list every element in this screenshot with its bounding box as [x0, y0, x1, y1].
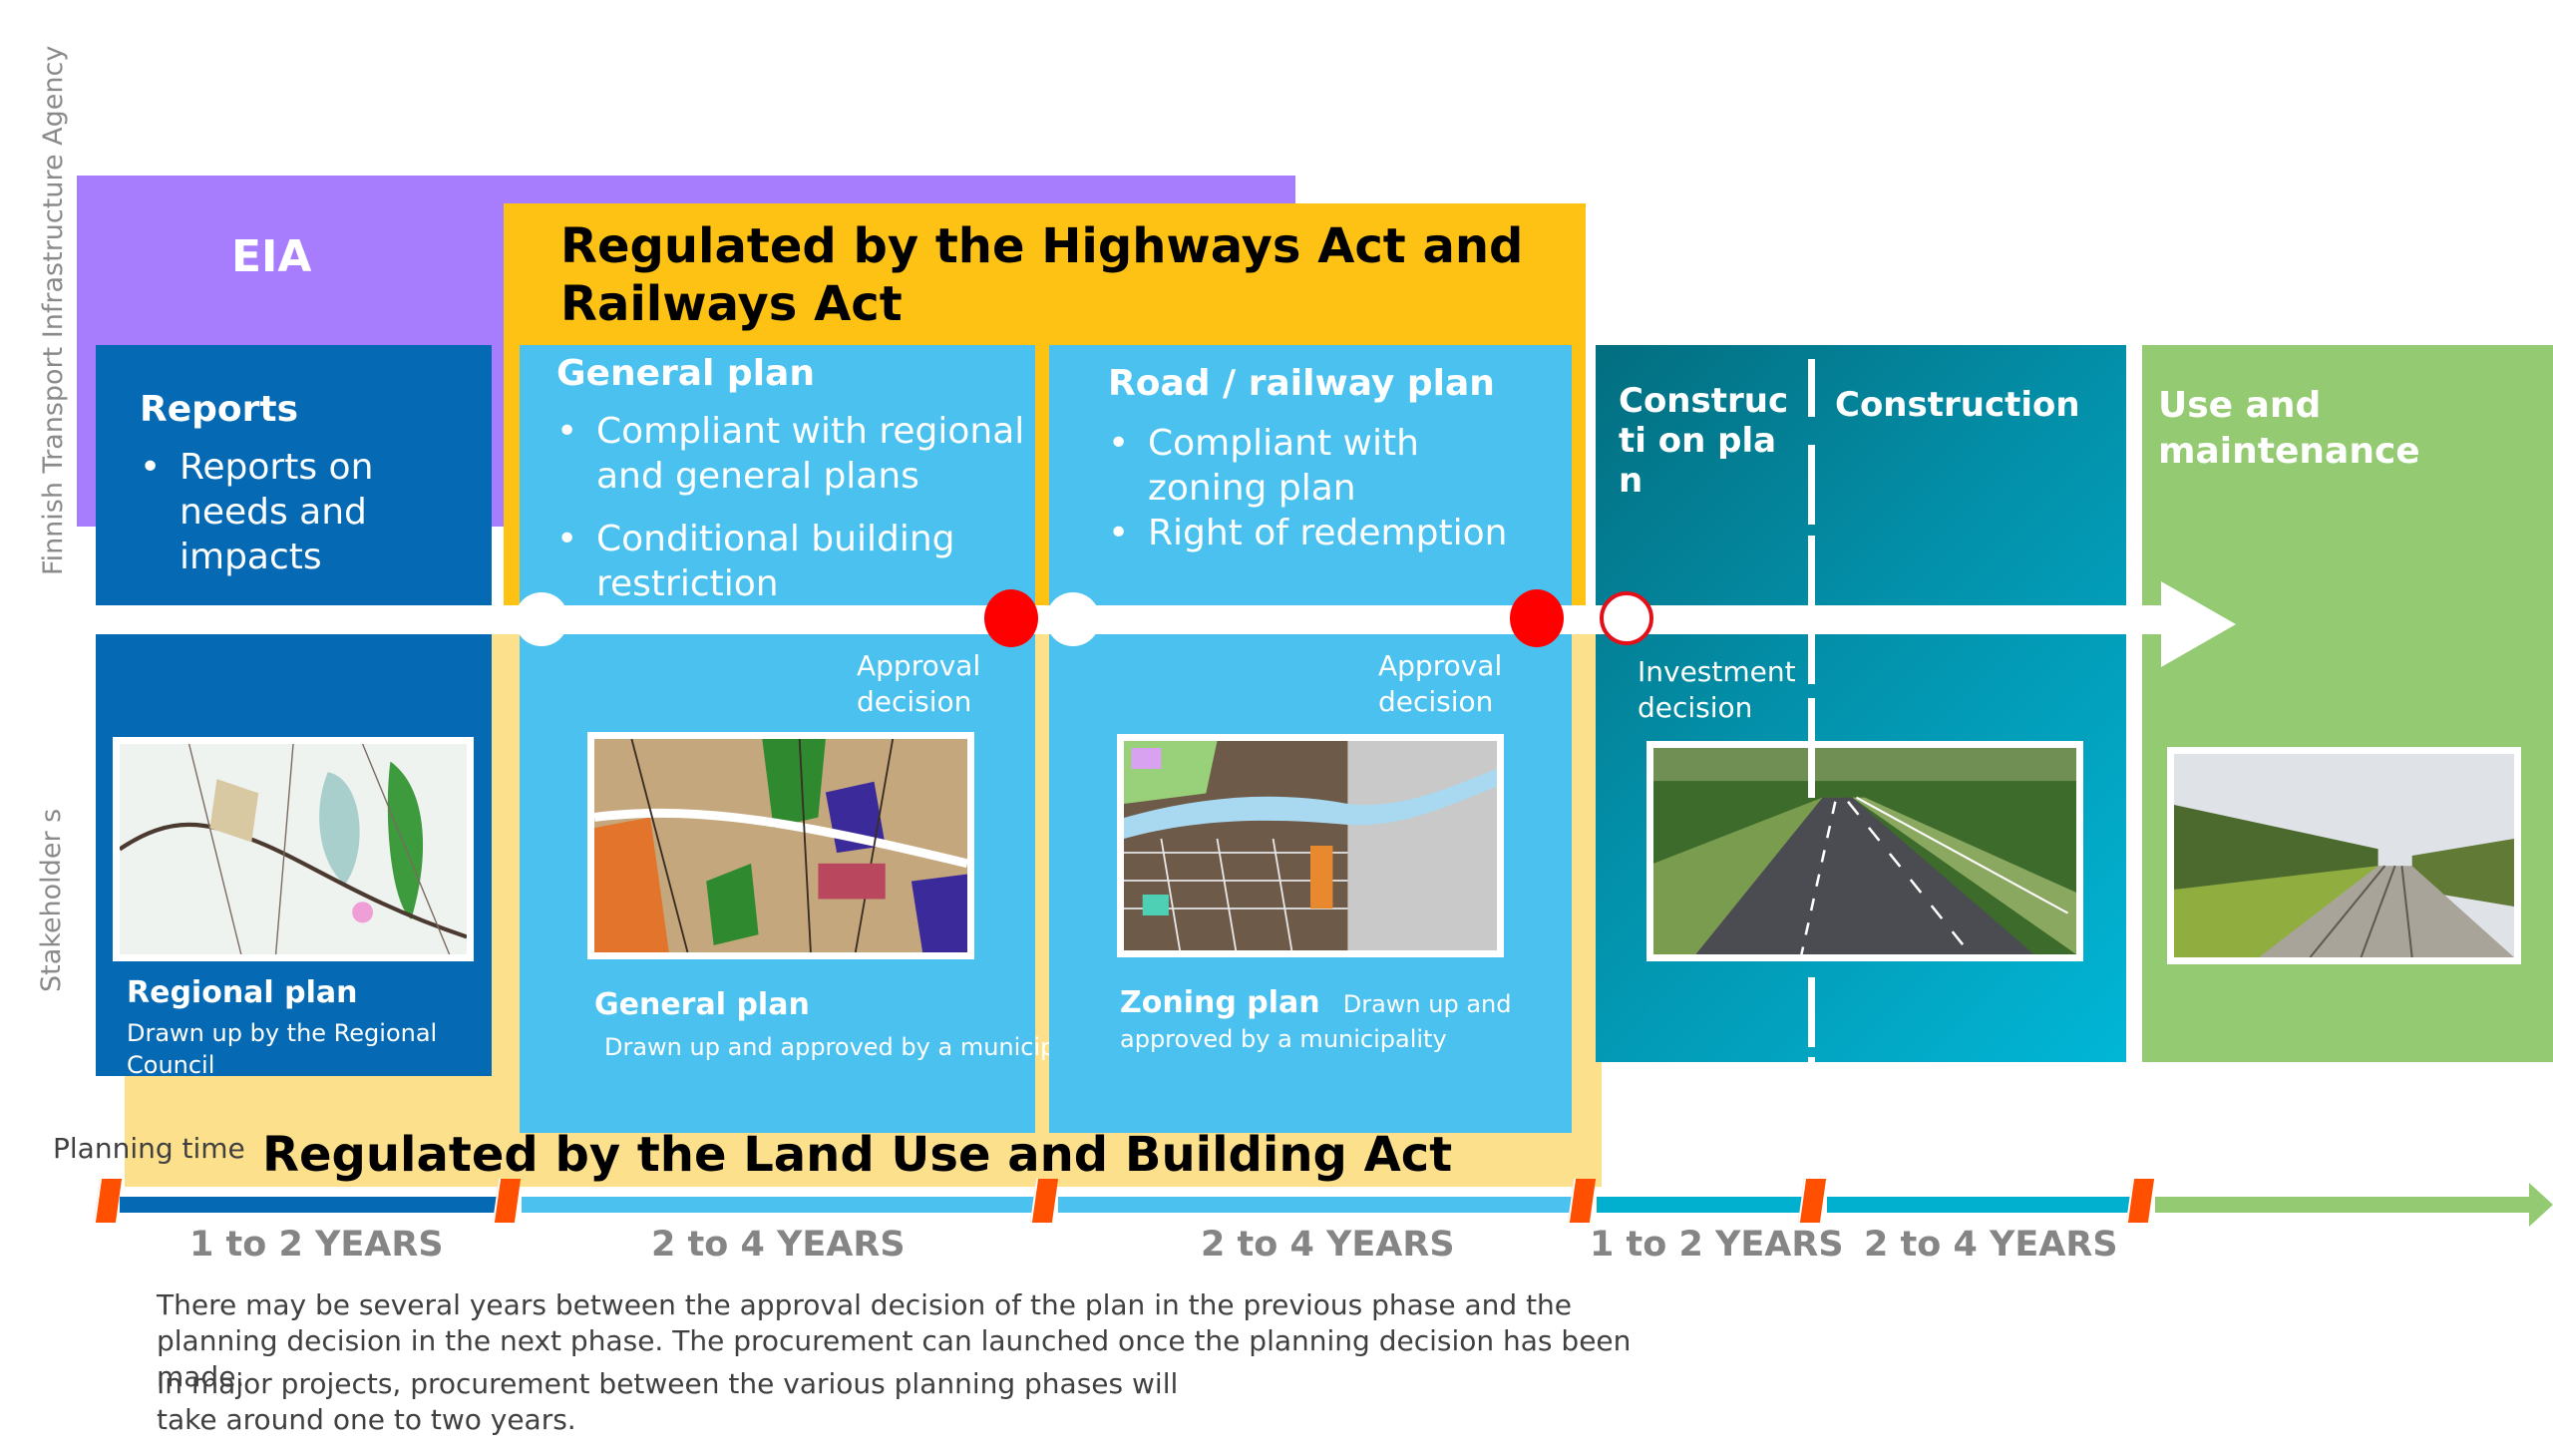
construction-split-dash	[1808, 445, 1815, 525]
timeline-tick	[2125, 1179, 2155, 1223]
milestone-investment-dot	[1600, 591, 1653, 645]
construction-plan-title: Constructi on plan	[1619, 381, 1789, 501]
general-plan-map-image	[593, 738, 969, 953]
milestone-start-dot	[515, 592, 568, 646]
general-plan-bullet: Conditional building restriction	[556, 517, 1025, 606]
general-plan-title: General plan	[556, 353, 815, 394]
timeline-tick	[93, 1179, 123, 1223]
timeline-segment	[2155, 1197, 2530, 1213]
stakeholders-lane-label: Stakeholder s	[36, 808, 67, 992]
road-railway-plan-bullet: Compliant with zoning plan	[1108, 421, 1527, 511]
construction-title: Construction	[1835, 385, 2080, 425]
regional-plan-image-frame	[113, 737, 474, 961]
reports-bullet: Reports on needs and impacts	[140, 445, 479, 579]
regional-plan-caption-title: Regional plan	[127, 975, 358, 1010]
regional-plan-caption-sub: Drawn up by the Regional Council	[127, 1019, 438, 1079]
railway-image-frame	[2167, 747, 2521, 964]
milestone-approval-dot	[1510, 589, 1564, 647]
general-plan-caption-sub: Drawn up and approved by a municipality	[604, 1033, 1108, 1061]
note-paragraph: In major projects, procurement between t…	[157, 1367, 1179, 1436]
process-arrow	[96, 605, 2161, 634]
zoning-plan-caption: Zoning plan Drawn up and approved by a m…	[1120, 987, 1539, 1058]
construction-split-dash	[1808, 977, 1815, 1047]
timeline-arrow-head-icon	[2529, 1183, 2553, 1227]
construction-split-dash	[1808, 1057, 1815, 1063]
construction-phase-box: Constructi on plan Construction Investme…	[1596, 345, 2126, 1062]
timeline-tick	[1797, 1179, 1827, 1223]
road-railway-plan-bullet: Right of redemption	[1108, 511, 1527, 555]
milestone-approval-dot	[984, 589, 1038, 647]
general-plan-bullets: Compliant with regional and general plan…	[556, 409, 1025, 624]
timeline-tick	[492, 1179, 522, 1223]
process-arrow-head-icon	[2161, 581, 2236, 667]
use-maintenance-phase-box: Use and maintenance	[2142, 345, 2553, 1062]
use-maintenance-title: Use and maintenance	[2158, 385, 2420, 472]
planning-time-label: Planning time	[53, 1132, 245, 1165]
agency-lane-label: Finnish Transport Infrastructure Agency	[38, 45, 69, 575]
road-railway-plan-phase-box: Road / railway plan Compliant with zonin…	[1049, 345, 1572, 1133]
construction-split-dash	[1808, 634, 1815, 684]
reports-bullets: Reports on needs and impacts	[140, 445, 479, 597]
timeline-tick	[1029, 1179, 1059, 1223]
highways-act-title: Regulated by the Highways Act and Railwa…	[560, 218, 1524, 332]
regional-plan-map-image	[118, 743, 468, 955]
zoning-plan-caption-title: Zoning plan	[1120, 985, 1320, 1020]
timeline-duration-label: 1 to 2 YEARS	[189, 1225, 444, 1265]
road-plan-approval-label: Approval decision	[1378, 649, 1503, 718]
railway-photo-image	[2174, 754, 2514, 958]
timeline-segment	[120, 1197, 508, 1213]
regional-plan-box: Regional plan Drawn up by the Regional C…	[96, 634, 492, 1079]
general-plan-phase-box: General plan Compliant with regional and…	[520, 345, 1107, 1133]
zoning-plan-map-image	[1124, 741, 1497, 951]
timeline-segment	[1058, 1197, 1583, 1213]
zoning-plan-image-frame	[1117, 734, 1504, 957]
timeline-segment	[1827, 1197, 2141, 1213]
investment-decision-label: Investment decision	[1638, 655, 1796, 724]
timeline-tick	[1567, 1179, 1597, 1223]
milestone-start-dot	[1046, 592, 1100, 646]
timeline-segment	[1597, 1197, 1813, 1213]
road-image-frame	[1646, 741, 2083, 961]
timeline-duration-label: 2 to 4 YEARS	[1201, 1225, 1455, 1265]
road-photo-image	[1653, 748, 2076, 955]
general-plan-bullet: Compliant with regional and general plan…	[556, 409, 1025, 499]
construction-split-dash	[1808, 698, 1815, 798]
timeline-duration-label: 1 to 2 YEARS	[1590, 1225, 1844, 1265]
general-plan-caption-title: General plan	[594, 987, 810, 1022]
timeline-duration-label: 2 to 4 YEARS	[1864, 1225, 2118, 1265]
reports-title: Reports	[140, 389, 299, 430]
construction-split-dash	[1808, 536, 1815, 605]
timeline-segment	[522, 1197, 1044, 1213]
timeline-duration-label: 2 to 4 YEARS	[651, 1225, 906, 1265]
land-use-act-title: Regulated by the Land Use and Building A…	[262, 1127, 1453, 1183]
road-railway-plan-title: Road / railway plan	[1108, 363, 1495, 404]
eia-title: EIA	[231, 231, 312, 282]
road-railway-plan-bullets: Compliant with zoning plan Right of rede…	[1108, 421, 1527, 573]
construction-split-dash	[1808, 359, 1815, 417]
general-plan-image-frame	[587, 732, 974, 959]
general-plan-approval-label: Approval decision	[857, 649, 981, 718]
reports-phase-box: Reports Reports on needs and impacts	[96, 345, 492, 605]
